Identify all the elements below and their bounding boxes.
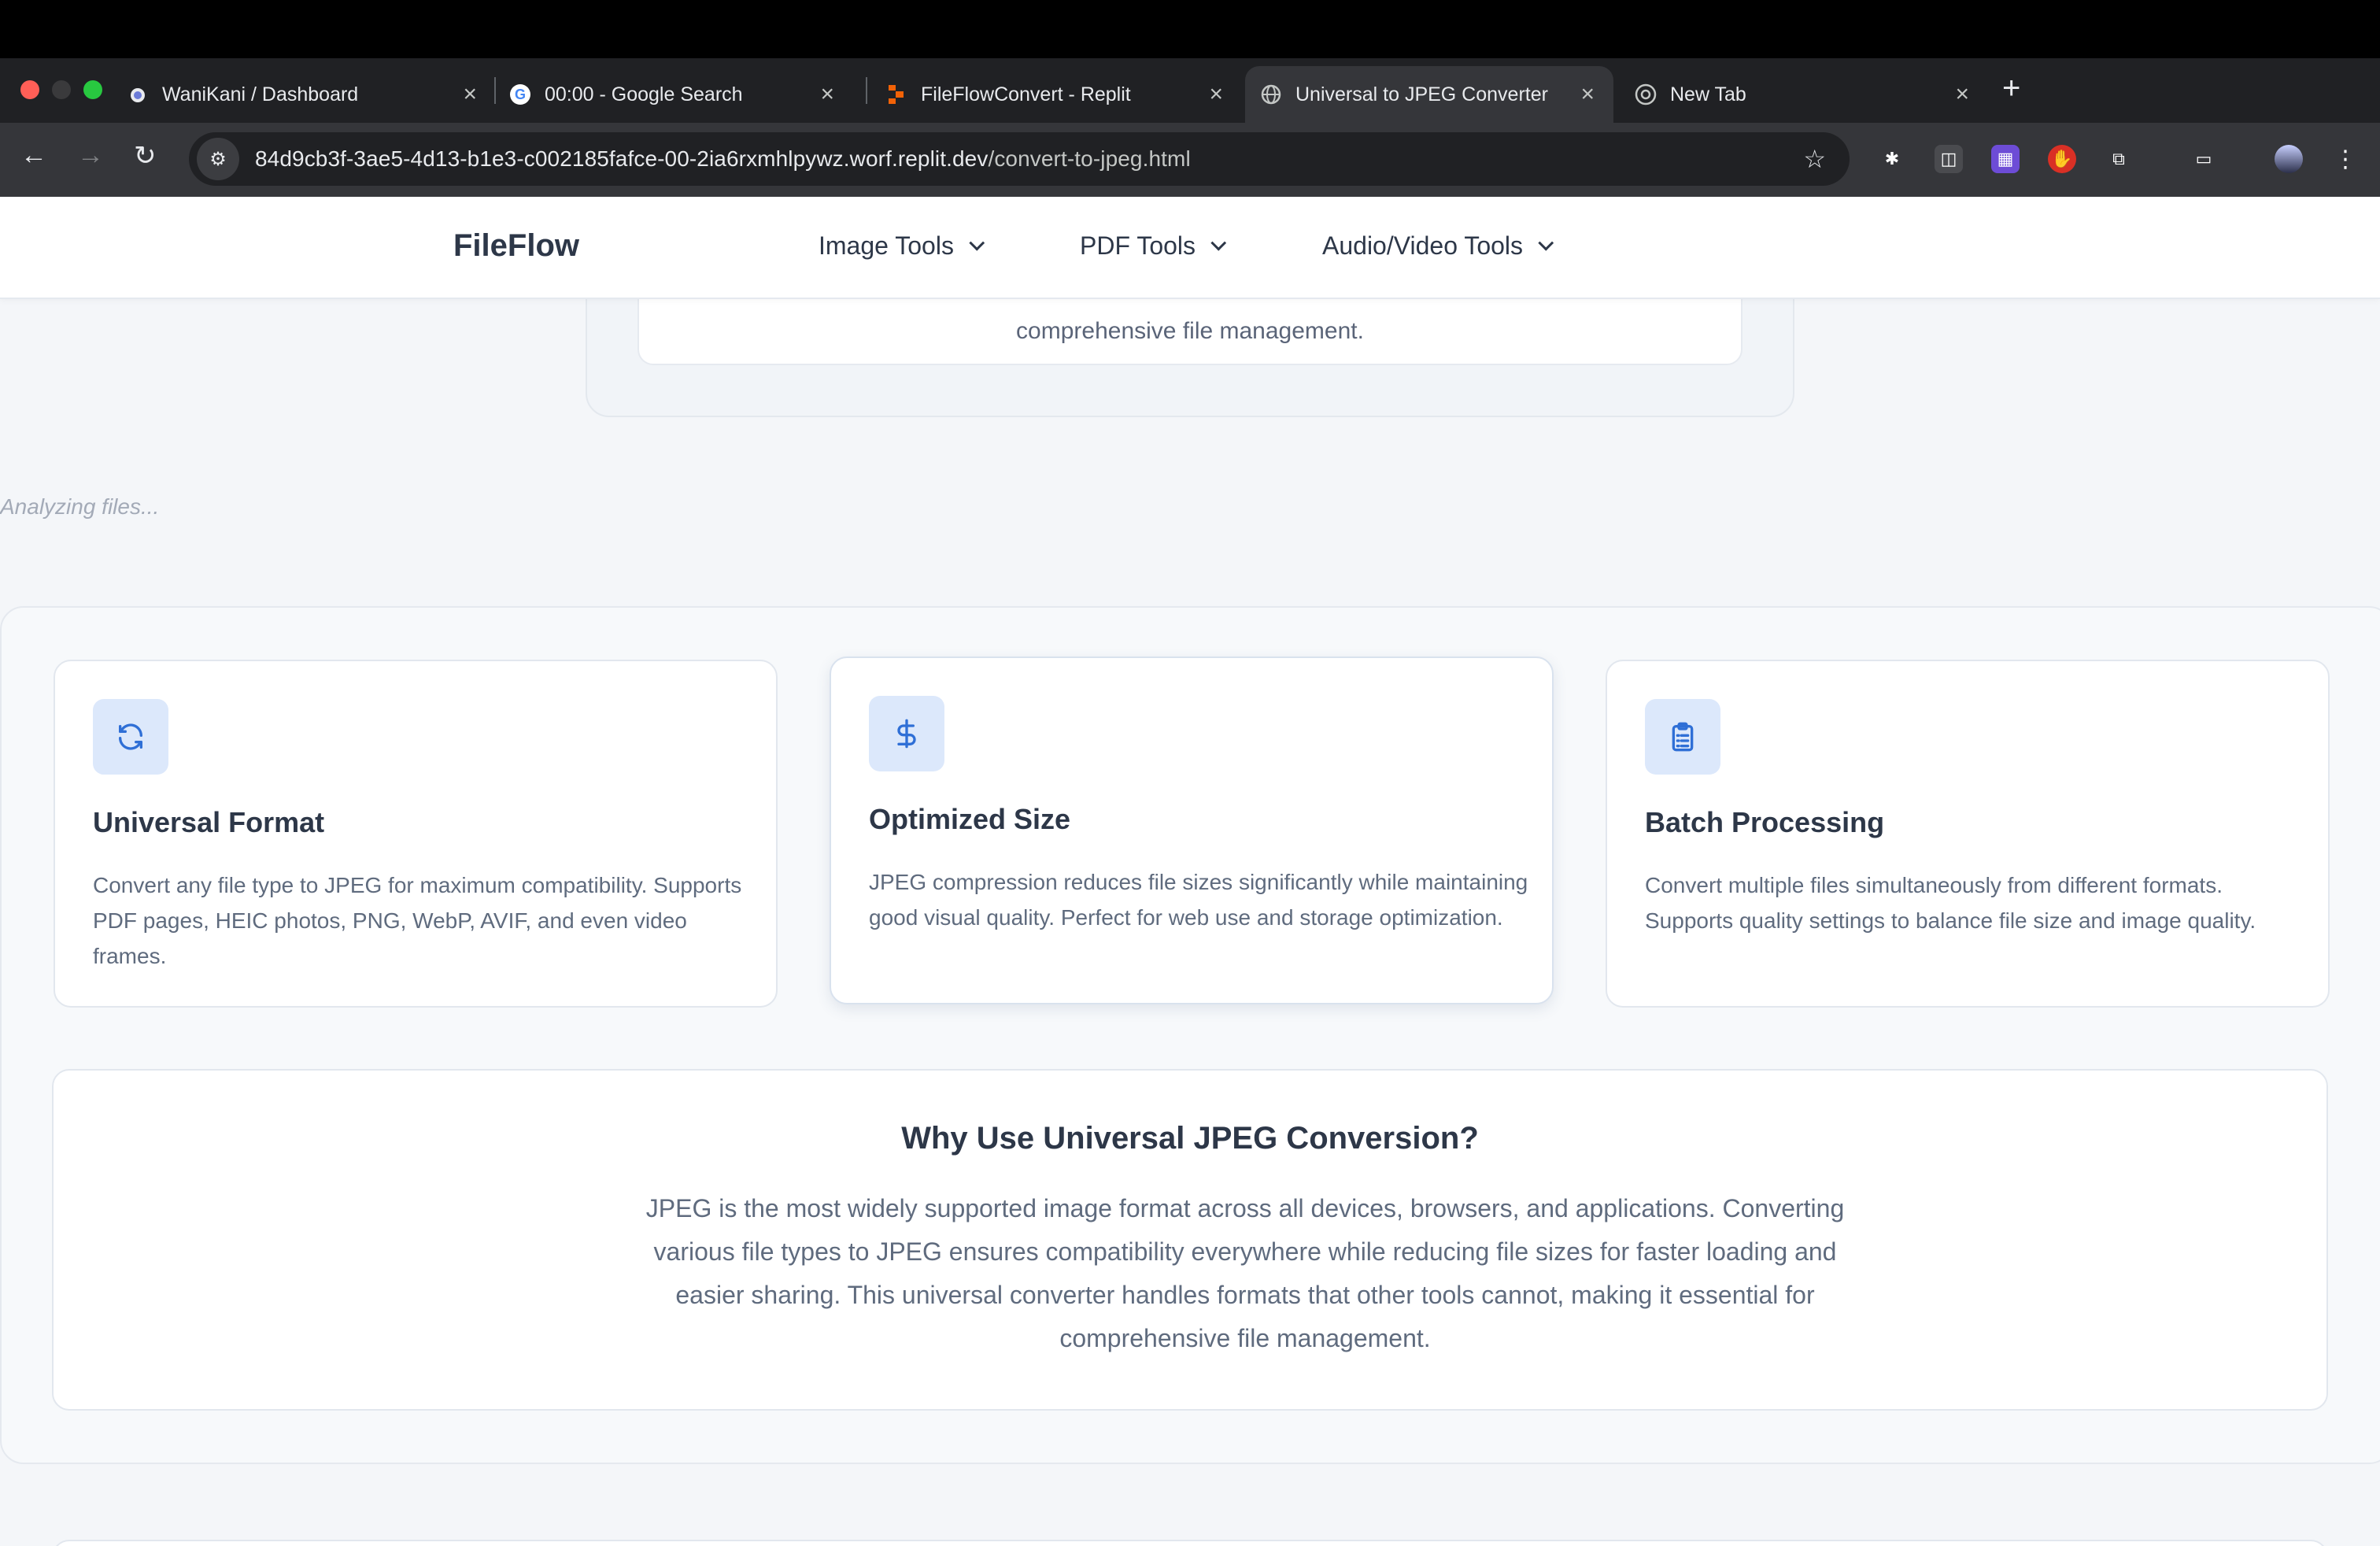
feature-card-optimized-size: Optimized Size JPEG compression reduces … xyxy=(830,656,1554,1004)
new-tab-icon[interactable]: + xyxy=(2002,71,2020,106)
tab-universal-jpeg[interactable]: Universal to JPEG Converter × xyxy=(1245,66,1613,123)
feature-card-batch-processing: Batch Processing Convert multiple files … xyxy=(1606,660,2330,1008)
menu-pdf-tools[interactable]: PDF Tools xyxy=(1080,231,1227,261)
tab-title: New Tab xyxy=(1670,83,1746,105)
url-text: 84d9cb3f-3ae5-4d13-b1e3-c002185fafce-00-… xyxy=(255,146,1191,171)
tab-google-search[interactable]: G 00:00 - Google Search × xyxy=(508,66,853,123)
tab-replit[interactable]: FileFlowConvert - Replit × xyxy=(885,66,1242,123)
extension-puzzle-badge-icon[interactable]: ▦ xyxy=(1991,145,2020,173)
close-tab-icon[interactable]: × xyxy=(463,81,477,108)
close-window-button[interactable] xyxy=(20,80,39,99)
reload-icon[interactable]: ↻ xyxy=(134,140,157,172)
site-header: FileFlow Image Tools PDF Tools Audio/Vid… xyxy=(0,197,2380,299)
menu-label: Image Tools xyxy=(819,231,954,260)
tab-separator xyxy=(494,77,496,104)
close-tab-icon[interactable]: × xyxy=(1580,81,1595,108)
back-icon[interactable]: ← xyxy=(20,140,47,171)
page-viewport: comprehensive file management. FileFlow … xyxy=(0,197,2380,1546)
menu-label: PDF Tools xyxy=(1080,231,1196,260)
dollar-icon xyxy=(869,696,944,771)
tab-wanikani[interactable]: WaniKani / Dashboard × xyxy=(126,66,496,123)
menu-label: Audio/Video Tools xyxy=(1322,231,1524,260)
extension-bug-icon[interactable]: ✱ xyxy=(1878,145,1906,173)
close-tab-icon[interactable]: × xyxy=(1209,81,1223,108)
feature-title: Batch Processing xyxy=(1645,806,1885,838)
clipboard-icon xyxy=(1645,699,1720,775)
refresh-icon xyxy=(93,699,168,775)
feature-title: Optimized Size xyxy=(869,803,1071,835)
extensions-menu-icon[interactable]: ⧉ xyxy=(2105,145,2133,173)
next-section-card xyxy=(52,1540,2328,1546)
wanikani-icon xyxy=(126,83,150,106)
tab-new-tab[interactable]: New Tab × xyxy=(1634,66,1988,123)
site-logo[interactable]: FileFlow xyxy=(453,228,579,264)
google-icon: G xyxy=(508,83,532,106)
tab-title: Universal to JPEG Converter xyxy=(1295,83,1548,105)
feature-card-universal-format: Universal Format Convert any file type t… xyxy=(54,660,778,1008)
minimize-window-button[interactable] xyxy=(52,80,71,99)
chrome-icon xyxy=(1634,83,1658,106)
globe-icon xyxy=(1259,83,1283,106)
why-title: Why Use Universal JPEG Conversion? xyxy=(901,1121,1479,1156)
feature-title: Universal Format xyxy=(93,806,325,838)
os-menu-bar xyxy=(0,0,2380,58)
tab-separator xyxy=(866,77,867,104)
replit-icon xyxy=(885,83,908,106)
menu-image-tools[interactable]: Image Tools xyxy=(819,231,985,261)
partial-description: comprehensive file management. xyxy=(1016,318,1364,344)
address-bar[interactable]: ⚙ 84d9cb3f-3ae5-4d13-b1e3-c002185fafce-0… xyxy=(189,132,1850,186)
why-section: Why Use Universal JPEG Conversion? JPEG … xyxy=(52,1069,2328,1411)
chevron-down-icon xyxy=(1210,235,1227,251)
analyzing-status: Analyzing files... xyxy=(0,494,160,519)
side-panel-icon[interactable]: ▭ xyxy=(2190,145,2218,173)
close-tab-icon[interactable]: × xyxy=(1955,81,1969,108)
tab-title: 00:00 - Google Search xyxy=(545,83,743,105)
forward-icon[interactable]: → xyxy=(77,140,104,171)
tab-title: WaniKani / Dashboard xyxy=(162,83,359,105)
tab-title: FileFlowConvert - Replit xyxy=(921,83,1131,105)
feature-description: Convert any file type to JPEG for maximu… xyxy=(93,873,742,968)
extension-reader-icon[interactable]: ◫ xyxy=(1935,145,1963,173)
menu-audio-video-tools[interactable]: Audio/Video Tools xyxy=(1322,231,1554,261)
site-settings-icon[interactable]: ⚙ xyxy=(197,138,239,180)
close-tab-icon[interactable]: × xyxy=(820,81,834,108)
profile-avatar[interactable] xyxy=(2275,145,2303,173)
feature-description: Convert multiple files simultaneously fr… xyxy=(1645,873,2256,933)
why-body: JPEG is the most widely supported image … xyxy=(645,1194,1845,1352)
browser-menu-icon[interactable]: ⋮ xyxy=(2331,145,2360,173)
svg-text:G: G xyxy=(515,87,526,102)
extension-stop-icon[interactable]: ✋ xyxy=(2048,145,2076,173)
chevron-down-icon xyxy=(969,235,985,251)
chevron-down-icon xyxy=(1538,235,1554,251)
zoom-window-button[interactable] xyxy=(83,80,102,99)
feature-description: JPEG compression reduces file sizes sign… xyxy=(869,870,1528,930)
bookmark-star-icon[interactable]: ☆ xyxy=(1803,144,1826,174)
